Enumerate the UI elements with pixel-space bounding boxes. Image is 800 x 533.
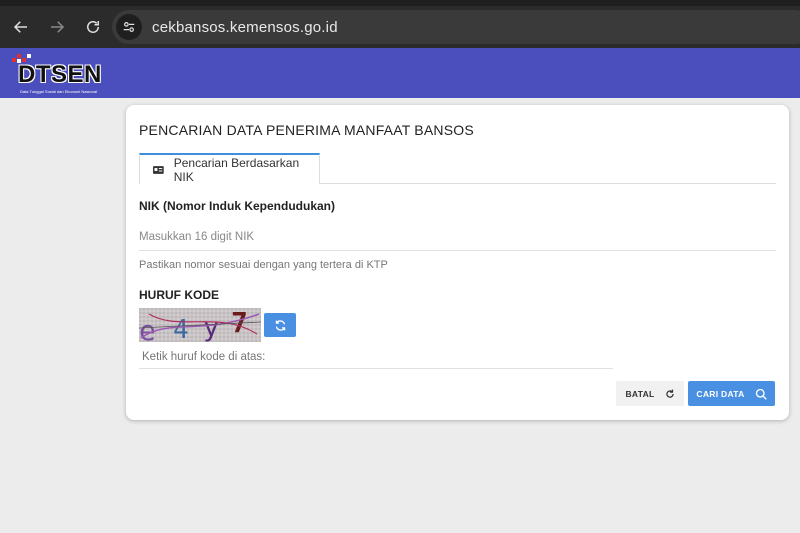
cancel-button-label: BATAL [625, 388, 655, 399]
search-button-label: CARI DATA [696, 388, 745, 399]
forward-button[interactable] [40, 10, 74, 44]
captcha-char-4: 4 [173, 315, 189, 342]
captcha-image: e 4 y 7 [139, 308, 261, 342]
refresh-icon [275, 319, 285, 331]
nik-label: NIK (Nomor Induk Kependudukan) [139, 199, 335, 213]
site-settings-icon[interactable] [116, 14, 142, 40]
reset-icon [665, 389, 674, 398]
site-header: DTSEN Data Tunggal Sosial dan Ekonomi Na… [0, 48, 800, 98]
logo-text: DTSEN [18, 61, 102, 88]
address-bar[interactable]: cekbansos.kemensos.go.id [112, 10, 800, 44]
reload-icon [87, 21, 99, 33]
logo-tagline: Data Tunggal Sosial dan Ekonomi Nasional [20, 89, 97, 94]
arrow-right-icon [51, 21, 65, 33]
nik-input[interactable] [139, 223, 776, 251]
url-text: cekbansos.kemensos.go.id [152, 18, 338, 36]
captcha-label: HURUF KODE [139, 288, 219, 302]
tab-divider [320, 183, 776, 184]
captcha-char-y: y [203, 312, 219, 342]
search-button[interactable]: CARI DATA [688, 381, 775, 406]
captcha-input[interactable] [139, 345, 613, 369]
refresh-captcha-button[interactable] [264, 313, 296, 337]
cancel-button[interactable]: BATAL [616, 381, 684, 406]
tab-nik-search[interactable]: Pencarian Berdasarkan NIK [139, 153, 320, 184]
tab-label: Pencarian Berdasarkan NIK [173, 155, 300, 184]
dtsen-logo[interactable]: DTSEN Data Tunggal Sosial dan Ekonomi Na… [12, 52, 112, 94]
nik-hint: Pastikan nomor sesuai dengan yang terter… [139, 259, 388, 271]
reload-button[interactable] [76, 10, 110, 44]
browser-toolbar: cekbansos.kemensos.go.id [0, 6, 800, 48]
card-title: PENCARIAN DATA PENERIMA MANFAAT BANSOS [139, 122, 474, 138]
search-icon [755, 388, 767, 400]
arrow-left-icon [13, 21, 27, 33]
back-button[interactable] [4, 10, 38, 44]
id-card-icon [153, 165, 164, 174]
search-card: PENCARIAN DATA PENERIMA MANFAAT BANSOS P… [126, 105, 789, 420]
